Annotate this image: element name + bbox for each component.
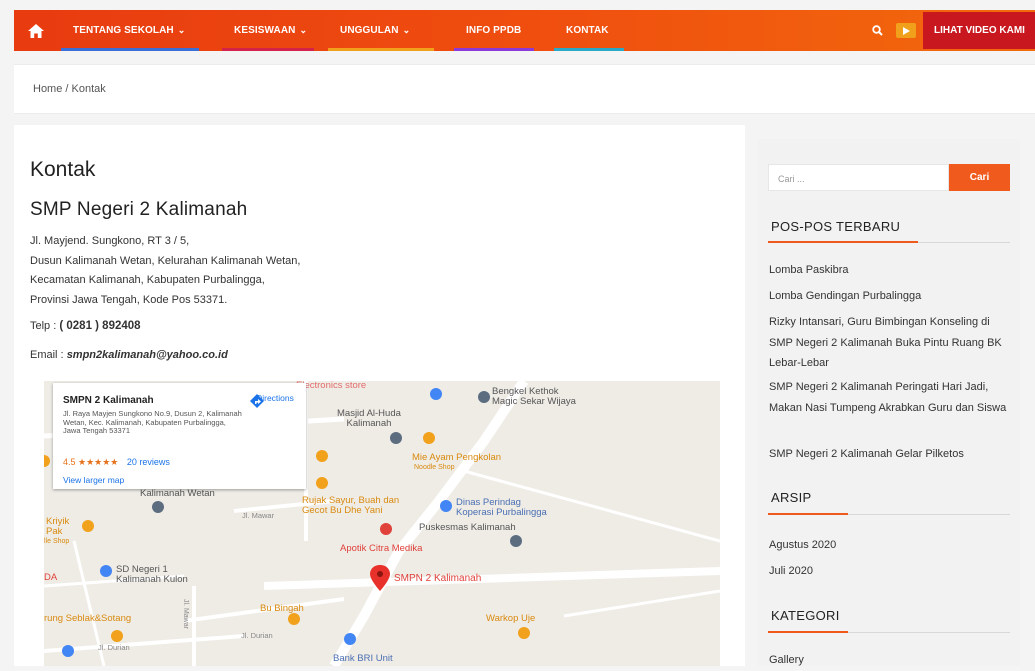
map-label: Rujak Sayur, Buah dan Gecot Bu Dhe Yani xyxy=(302,495,400,516)
search-icon xyxy=(871,25,883,36)
email-line: Email : smpn2kalimanah@yahoo.co.id xyxy=(30,349,228,361)
map-label: Kriyik Pak xyxy=(46,516,70,537)
recent-post-link[interactable]: SMP Negeri 2 Kalimanah Peringati Hari Ja… xyxy=(769,377,1007,418)
map-label: Masjid Al-Huda Kalimanah xyxy=(337,408,401,429)
divider-accent xyxy=(768,241,918,243)
address-line: Provinsi Jawa Tengah, Kode Pos 53371. xyxy=(30,293,228,306)
map-label: Kalimanah Wetan xyxy=(140,488,215,499)
archive-title: ARSIP xyxy=(771,490,812,505)
home-button[interactable] xyxy=(14,10,57,51)
nav-item-underline xyxy=(222,48,314,51)
nav-item-label: UNGGULAN xyxy=(340,25,399,36)
directions-button[interactable]: Directions xyxy=(249,393,301,408)
map-label: DA xyxy=(44,572,58,583)
map-label: SMPN 2 Kalimanah xyxy=(394,573,482,584)
map-place-title: SMPN 2 Kalimanah xyxy=(63,395,154,406)
recent-posts-title: POS-POS TERBARU xyxy=(771,219,901,234)
category-title: KATEGORI xyxy=(771,608,840,623)
school-name: SMP Negeri 2 Kalimanah xyxy=(30,199,248,220)
recent-post-link[interactable]: Lomba Paskibra xyxy=(769,260,1007,281)
chevron-down-icon: ⌄ xyxy=(177,25,186,35)
search-button[interactable] xyxy=(867,10,887,51)
directions-icon xyxy=(250,394,264,408)
chevron-down-icon: ⌄ xyxy=(299,25,308,35)
map-label: Apotik Citra Medika xyxy=(340,543,423,554)
nav-item-underline xyxy=(328,48,434,51)
archive-link[interactable]: Juli 2020 xyxy=(769,561,1007,582)
address-line: Kecamatan Kalimanah, Kabupaten Purbaling… xyxy=(30,274,265,286)
nav-item-label: INFO PPDB xyxy=(466,25,522,36)
map-label: Mie Ayam Pengkolan xyxy=(412,452,502,463)
address-line: Jl. Mayjend. Sungkono, RT 3 / 5, xyxy=(30,235,190,247)
rating-value: 4.5 xyxy=(63,457,76,467)
phone-label: Telp : xyxy=(30,320,57,332)
phone-line: Telp : ( 0281 ) 892408 xyxy=(30,320,141,332)
page-title: Kontak xyxy=(30,158,96,181)
map-label: Jl. Mawar xyxy=(182,599,189,629)
category-link[interactable]: Gallery xyxy=(769,650,1007,671)
map-label: Noodle Shop xyxy=(414,464,455,471)
map-label: Dinas Perindag Koperasi Purbalingga xyxy=(456,497,547,518)
map-place-address: Jl. Raya Mayjen Sungkono No.9, Dusun 2, … xyxy=(63,409,242,435)
nav-item-label: KESISWAAN xyxy=(234,25,296,36)
map-pin-icon xyxy=(370,565,390,591)
breadcrumb-separator: / xyxy=(65,83,69,95)
nav-item-kesiswaan[interactable]: KESISWAAN ⌄ xyxy=(234,10,307,51)
nav-item-label: TENTANG SEKOLAH xyxy=(73,25,174,36)
map-label: SD Negeri 1 Kalimanah Kulon xyxy=(116,564,188,585)
map-label: Jl. Mawar xyxy=(242,511,275,520)
view-larger-map-link[interactable]: View larger map xyxy=(63,475,124,485)
map-label: Electronics store xyxy=(296,381,367,391)
breadcrumb-current: Kontak xyxy=(71,83,106,95)
nav-item-underline xyxy=(61,48,199,51)
search-submit-button[interactable]: Cari xyxy=(949,164,1010,191)
nav-item-tentang-sekolah[interactable]: TENTANG SEKOLAH ⌄ xyxy=(73,10,185,51)
email-value[interactable]: smpn2kalimanah@yahoo.co.id xyxy=(67,349,228,361)
map-label: Bengkel Kethok Magic Sekar Wijaya xyxy=(492,386,576,407)
breadcrumb: Home / Kontak xyxy=(14,64,1035,114)
phone-value: ( 0281 ) 892408 xyxy=(59,320,141,332)
map-label: Bank BRI Unit xyxy=(333,653,393,664)
address-line: Dusun Kalimanah Wetan, Kelurahan Kaliman… xyxy=(30,254,301,267)
recent-post-link[interactable]: SMP Negeri 2 Kalimanah Gelar Pilketos xyxy=(769,444,1007,465)
nav-item-underline xyxy=(554,48,624,51)
address-block: Jl. Mayjend. Sungkono, RT 3 / 5, Dusun K… xyxy=(30,232,300,310)
archive-link[interactable]: Agustus 2020 xyxy=(769,535,1007,556)
search-input[interactable]: Cari ... xyxy=(768,164,949,191)
nav-item-unggulan[interactable]: UNGGULAN ⌄ xyxy=(340,10,410,51)
divider-accent xyxy=(768,631,848,633)
map-label: Warkop Uje xyxy=(486,613,536,624)
divider-accent xyxy=(768,513,848,515)
map-rating: 4.5 ★★★★★ 20 reviews xyxy=(63,457,170,468)
nav-item-label: KONTAK xyxy=(566,25,609,36)
top-navbar: TENTANG SEKOLAH ⌄ KESISWAAN ⌄ UNGGULAN ⌄ INFO … xyxy=(14,10,1035,51)
star-icon: ★★★★★ xyxy=(78,457,119,467)
embedded-map[interactable]: Electronics store Bengkel Kethok Magic S… xyxy=(44,381,720,666)
map-info-card: SMPN 2 Kalimanah Jl. Raya Mayjen Sungkon… xyxy=(53,383,306,489)
map-label: lle Shop xyxy=(44,538,70,545)
nav-item-underline xyxy=(454,48,534,51)
map-label: Puskesmas Kalimanah xyxy=(419,522,516,533)
nav-item-kontak[interactable]: KONTAK xyxy=(566,10,609,51)
map-label: Jl. Durian xyxy=(98,643,130,652)
map-label: Bu Bingah xyxy=(260,603,304,614)
reviews-link[interactable]: 20 reviews xyxy=(127,457,170,467)
chevron-down-icon: ⌄ xyxy=(402,25,411,35)
email-label: Email : xyxy=(30,349,64,361)
video-icon[interactable] xyxy=(896,23,916,38)
recent-post-link[interactable]: Rizky Intansari, Guru Bimbingan Konselin… xyxy=(769,312,1007,374)
breadcrumb-home-link[interactable]: Home xyxy=(33,83,62,95)
map-label: Jl. Durian xyxy=(241,631,273,640)
map-label: rung Seblak&Sotang xyxy=(44,613,132,624)
recent-post-link[interactable]: Lomba Gendingan Purbalingga xyxy=(769,286,1007,307)
watch-video-button[interactable]: LIHAT VIDEO KAMI xyxy=(923,12,1035,49)
nav-item-info-ppdb[interactable]: INFO PPDB xyxy=(466,10,521,51)
home-icon xyxy=(27,23,44,38)
